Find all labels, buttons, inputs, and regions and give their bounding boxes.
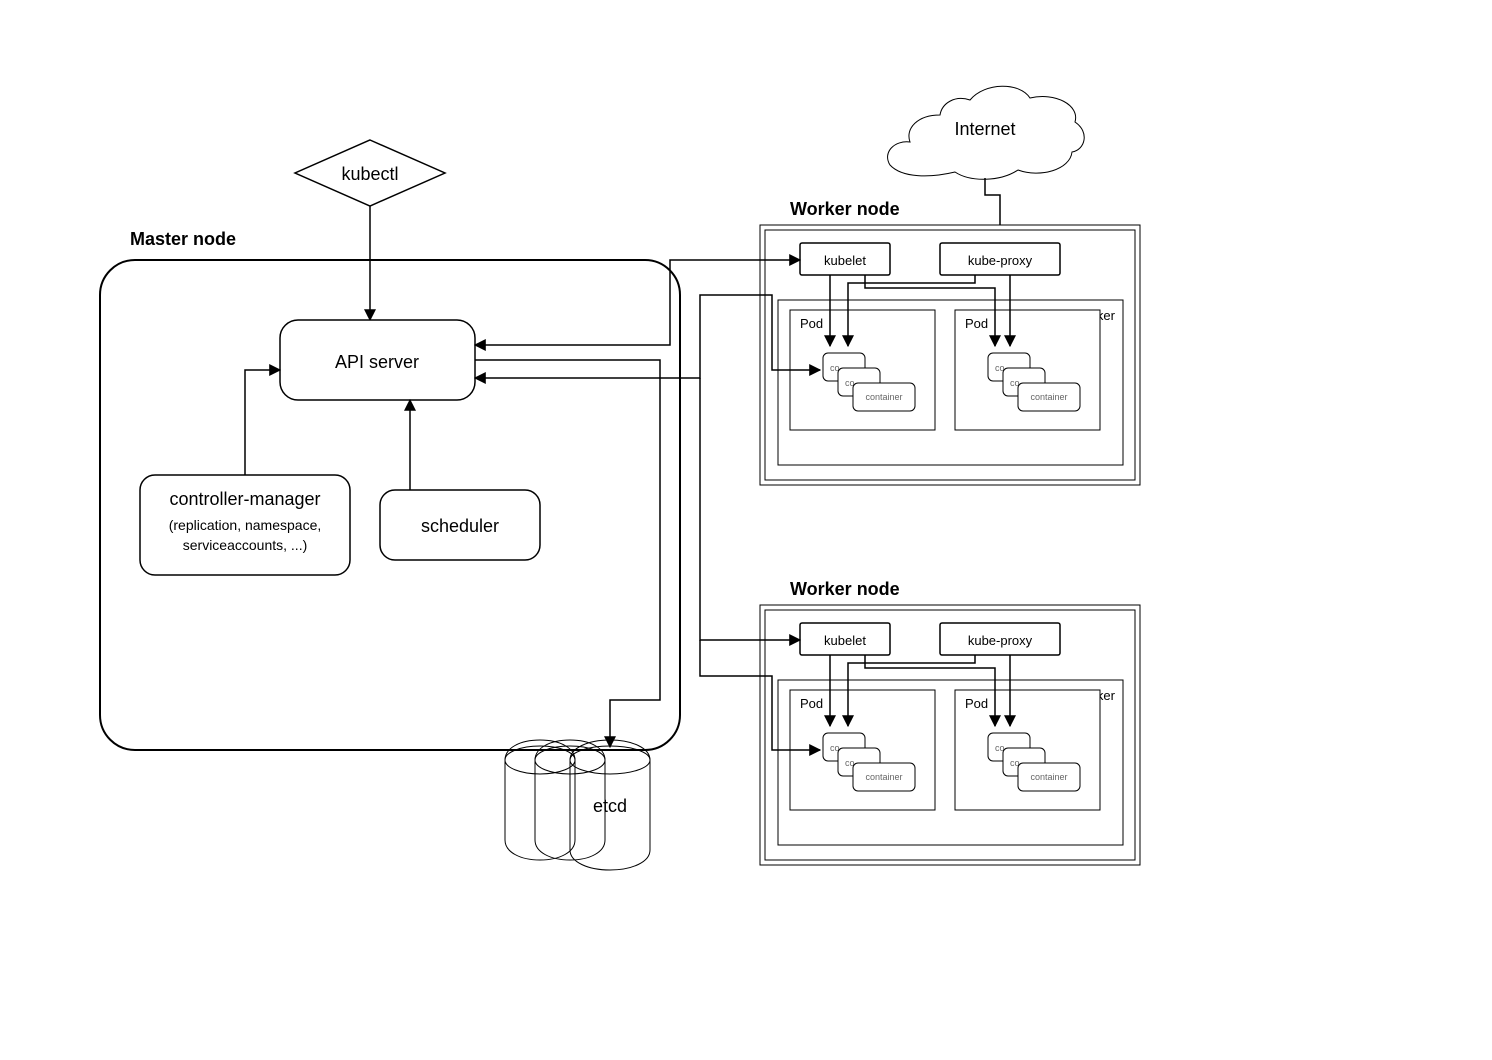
controller-manager-sub1: (replication, namespace, [169,517,322,533]
svg-text:container: container [865,392,902,402]
controller-manager-sub2: serviceaccounts, ...) [183,537,308,553]
etcd-label: etcd [593,796,627,816]
kubectl-shape: kubectl [295,140,445,206]
arrow-api-worker1-kubelet [475,260,800,345]
worker2-kubeproxy-label: kube-proxy [968,633,1033,648]
svg-text:container: container [1030,392,1067,402]
master-node-title: Master node [130,229,236,249]
api-server-label: API server [335,352,419,372]
svg-text:container: container [1030,772,1067,782]
svg-text:container: container [865,772,902,782]
worker1-kubeproxy-label: kube-proxy [968,253,1033,268]
worker2-pod1-label: Pod [800,696,823,711]
worker2-kubelet-label: kubelet [824,633,866,648]
arrow-controller-api [245,370,280,475]
kubectl-label: kubectl [341,164,398,184]
controller-manager-label: controller-manager [169,489,320,509]
etcd-icon [505,740,650,870]
worker2-pod2-label: Pod [965,696,988,711]
scheduler-label: scheduler [421,516,499,536]
worker1-kubelet-label: kubelet [824,253,866,268]
worker1-pod2-label: Pod [965,316,988,331]
worker1-pod1-label: Pod [800,316,823,331]
internet-label: Internet [954,119,1015,139]
worker2-title: Worker node [790,579,900,599]
worker1-title: Worker node [790,199,900,219]
diagram-canvas: Master node kubectl API server controlle… [0,0,1492,1060]
